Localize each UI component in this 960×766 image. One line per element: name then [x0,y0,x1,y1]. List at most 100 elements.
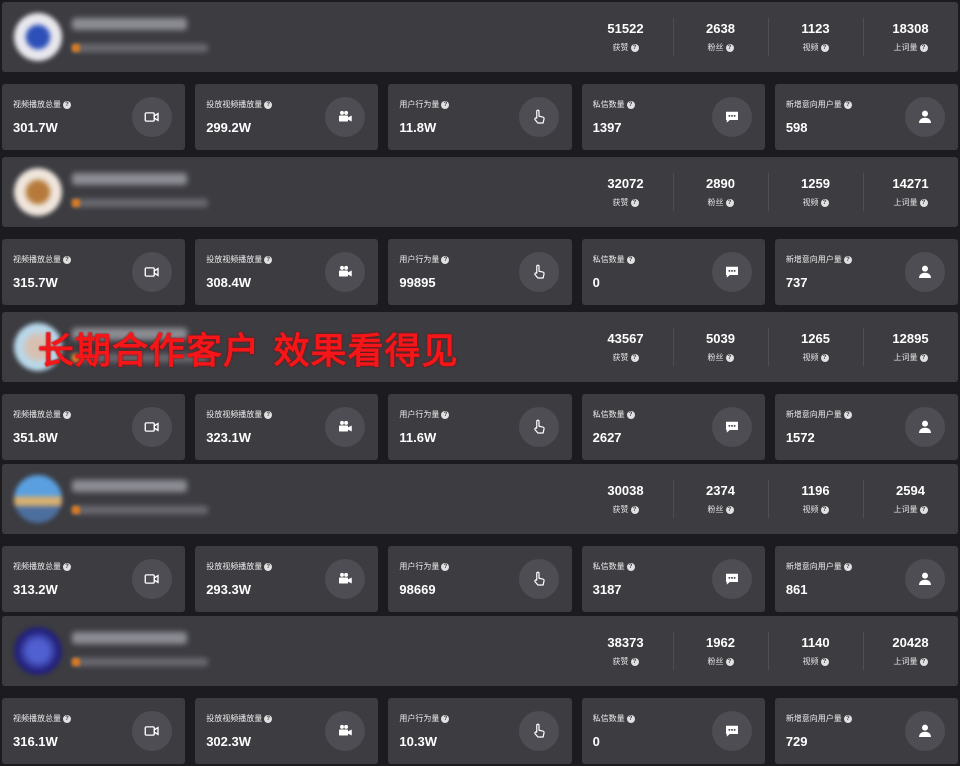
account-profile-card[interactable]: 32072 获赞? 2890 粉丝? 1259 视频? 14271 上词量? [2,157,958,227]
metric-card[interactable]: 视频播放总量? 315.7W [2,239,186,305]
profile-stat-value: 1196 [801,483,830,498]
help-icon[interactable]: ? [919,353,928,362]
help-icon[interactable]: ? [843,562,852,571]
help-icon[interactable]: ? [63,255,71,264]
metric-card[interactable]: 新增意向用户量? 861 [774,546,959,612]
metric-value: 598 [785,120,808,135]
account-profile-card[interactable]: 51522 获赞? 2638 粉丝? 1123 视频? 18308 上词量? [2,2,958,72]
help-icon[interactable]: ? [725,43,734,52]
profile-stat-value: 43567 [607,331,644,346]
metric-label: 投放视频播放量 [206,100,263,109]
metric-card[interactable]: 私信数量? 3187 [581,546,765,612]
profile-stat-label: 粉丝 [707,198,724,207]
metric-card[interactable]: 视频播放总量? 351.8W [2,394,186,460]
metric-card[interactable]: 新增意向用户量? 1572 [774,394,959,460]
help-icon[interactable]: ? [630,505,639,514]
help-icon[interactable]: ? [264,100,273,109]
profile-stat-value: 18308 [892,21,929,36]
metric-card[interactable]: 私信数量? 1397 [581,84,765,150]
help-icon[interactable]: ? [63,100,71,109]
help-icon[interactable]: ? [264,410,273,419]
metric-value: 2627 [592,430,622,445]
help-icon[interactable]: ? [441,562,450,571]
metric-card[interactable]: 新增意向用户量? 729 [774,698,959,764]
metric-card[interactable]: 投放视频播放量? 293.3W [195,546,379,612]
metric-card[interactable]: 用户行为量? 11.8W [388,84,572,150]
help-icon[interactable]: ? [626,562,635,571]
help-icon[interactable]: ? [441,410,450,419]
help-icon[interactable]: ? [919,657,928,666]
profile-stats: 32072 获赞? 2890 粉丝? 1259 视频? 14271 上词量? [578,157,958,227]
help-icon[interactable]: ? [630,198,639,207]
help-icon[interactable]: ? [441,100,450,109]
profile-stat-label: 获赞 [612,353,629,362]
help-icon[interactable]: ? [820,657,829,666]
profile-stat: 32072 获赞? [578,157,673,227]
help-icon[interactable]: ? [725,505,734,514]
metric-card[interactable]: 视频播放总量? 316.1W [2,698,186,764]
metric-card[interactable]: 投放视频播放量? 302.3W [195,698,379,764]
profile-stat: 5039 粉丝? [673,312,768,382]
help-icon[interactable]: ? [843,410,852,419]
metric-card[interactable]: 视频播放总量? 313.2W [2,546,186,612]
help-icon[interactable]: ? [63,410,71,419]
help-icon[interactable]: ? [919,198,928,207]
help-icon[interactable]: ? [264,255,273,264]
metric-card[interactable]: 用户行为量? 11.6W [388,394,572,460]
help-icon[interactable]: ? [843,714,852,723]
metric-value: 11.6W [399,430,437,445]
help-icon[interactable]: ? [919,505,928,514]
help-icon[interactable]: ? [626,410,635,419]
help-icon[interactable]: ? [820,198,829,207]
help-icon[interactable]: ? [626,255,635,264]
metric-card[interactable]: 投放视频播放量? 299.2W [195,84,379,150]
help-icon[interactable]: ? [725,198,734,207]
help-icon[interactable]: ? [725,657,734,666]
help-icon[interactable]: ? [63,714,71,723]
help-icon[interactable]: ? [630,657,639,666]
metric-card[interactable]: 用户行为量? 98669 [388,546,572,612]
metric-card[interactable]: 私信数量? 0 [581,698,765,764]
help-icon[interactable]: ? [843,255,852,264]
metric-label: 用户行为量 [399,714,440,723]
help-icon[interactable]: ? [63,562,71,571]
profile-stat-label: 粉丝 [707,505,724,514]
metric-card[interactable]: 投放视频播放量? 308.4W [195,239,379,305]
metric-card[interactable]: 私信数量? 0 [581,239,765,305]
help-icon[interactable]: ? [441,255,450,264]
profile-stat: 18308 上词量? [863,2,958,72]
metric-card[interactable]: 用户行为量? 10.3W [388,698,572,764]
account-profile-card[interactable]: 38373 获赞? 1962 粉丝? 1140 视频? 20428 上词量? [2,616,958,686]
help-icon[interactable]: ? [820,43,829,52]
metric-label-row: 视频播放总量? [13,409,71,420]
video-camera-icon [132,407,173,447]
account-profile-card[interactable]: 30038 获赞? 2374 粉丝? 1196 视频? 2594 上词量? [2,464,958,534]
metric-card[interactable]: 新增意向用户量? 598 [774,84,959,150]
metric-card[interactable]: 新增意向用户量? 737 [774,239,959,305]
help-icon[interactable]: ? [919,43,928,52]
help-icon[interactable]: ? [843,100,852,109]
help-icon[interactable]: ? [626,100,635,109]
help-icon[interactable]: ? [820,353,829,362]
help-icon[interactable]: ? [264,714,273,723]
help-icon[interactable]: ? [725,353,734,362]
help-icon[interactable]: ? [630,353,639,362]
help-icon[interactable]: ? [264,562,273,571]
profile-stat-label: 上词量 [893,43,918,52]
account-block: 30038 获赞? 2374 粉丝? 1196 视频? 2594 上词量? 视频播放总量? 313… [0,462,960,612]
metric-label-row: 新增意向用户量? [786,561,852,572]
metric-card[interactable]: 用户行为量? 99895 [388,239,572,305]
metric-card[interactable]: 私信数量? 2627 [581,394,765,460]
help-icon[interactable]: ? [630,43,639,52]
metric-label: 新增意向用户量 [785,410,842,419]
help-icon[interactable]: ? [626,714,635,723]
profile-stat-value: 51522 [607,21,644,36]
movie-camera-icon [325,252,366,292]
metric-card[interactable]: 视频播放总量? 301.7W [2,84,186,150]
profile-stat-value: 32072 [607,176,644,191]
help-icon[interactable]: ? [441,714,450,723]
profile-stat-value: 30038 [607,483,644,498]
metric-card[interactable]: 投放视频播放量? 323.1W [195,394,379,460]
help-icon[interactable]: ? [820,505,829,514]
user-icon [905,559,946,599]
